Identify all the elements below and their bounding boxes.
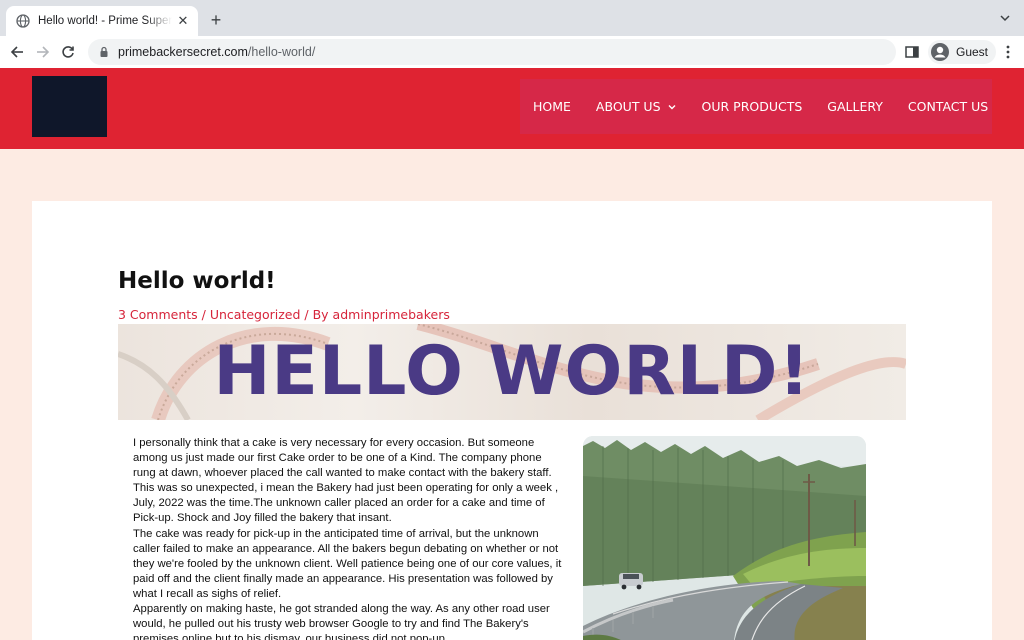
main-nav: HOME ABOUT US OUR PRODUCTS GALLERY CONTA…: [520, 79, 992, 134]
author-link[interactable]: adminprimebakers: [333, 307, 450, 322]
post-paragraph: The cake was ready for pick-up in the an…: [133, 527, 562, 600]
browser-tab[interactable]: Hello world! - Prime Supermarket ✕: [6, 6, 198, 36]
post-body: I personally think that a cake is very n…: [133, 436, 567, 640]
comments-link[interactable]: 3 Comments: [118, 307, 198, 322]
post-card: Hello world! 3 Comments / Uncategorized …: [32, 201, 992, 640]
nav-item-contact-us[interactable]: CONTACT US: [908, 99, 988, 114]
post-paragraph: I personally think that a cake is very n…: [133, 437, 559, 525]
post-paragraph: Apparently on making haste, he got stran…: [133, 603, 550, 640]
site-logo[interactable]: [32, 76, 107, 137]
featured-image-banner: HELLO WORLD!: [118, 324, 906, 420]
side-panel-icon[interactable]: [904, 44, 920, 60]
chevron-down-icon: [667, 102, 677, 112]
nav-item-our-products[interactable]: OUR PRODUCTS: [702, 99, 803, 114]
new-tab-icon[interactable]: +: [206, 10, 226, 30]
profile-button[interactable]: Guest: [928, 40, 997, 64]
nav-item-gallery[interactable]: GALLERY: [827, 99, 883, 114]
category-link[interactable]: Uncategorized: [210, 307, 301, 322]
site-header: HOME ABOUT US OUR PRODUCTS GALLERY CONTA…: [0, 68, 1024, 149]
back-arrow-icon[interactable]: [7, 42, 27, 62]
tab-title: Hello world! - Prime Supermarket: [38, 15, 172, 27]
profile-label: Guest: [956, 45, 989, 59]
more-menu-icon[interactable]: [1000, 44, 1016, 60]
address-bar[interactable]: primebackersecret.com/hello-world/: [88, 39, 896, 65]
reload-icon[interactable]: [58, 42, 78, 62]
post-title: Hello world!: [118, 268, 276, 294]
forward-arrow-icon[interactable]: [33, 42, 53, 62]
chevron-down-icon[interactable]: [998, 11, 1012, 25]
avatar-icon: [930, 42, 950, 62]
nav-item-about-us[interactable]: ABOUT US: [596, 99, 677, 114]
url-text: primebackersecret.com/hello-world/: [118, 45, 316, 59]
meta-separator: /: [197, 307, 210, 322]
browser-tabbar: Hello world! - Prime Supermarket ✕ +: [0, 0, 1024, 36]
globe-icon: [16, 14, 30, 28]
browser-toolbar: primebackersecret.com/hello-world/ Guest: [0, 36, 1024, 68]
road-forest-photo: [583, 436, 866, 640]
close-icon[interactable]: ✕: [176, 13, 190, 28]
nav-item-home[interactable]: HOME: [533, 99, 571, 114]
lock-icon[interactable]: [98, 46, 110, 58]
meta-separator-by: / By: [300, 307, 333, 322]
post-meta: 3 Comments / Uncategorized / By adminpri…: [118, 307, 450, 322]
banner-heading: HELLO WORLD!: [213, 332, 811, 411]
